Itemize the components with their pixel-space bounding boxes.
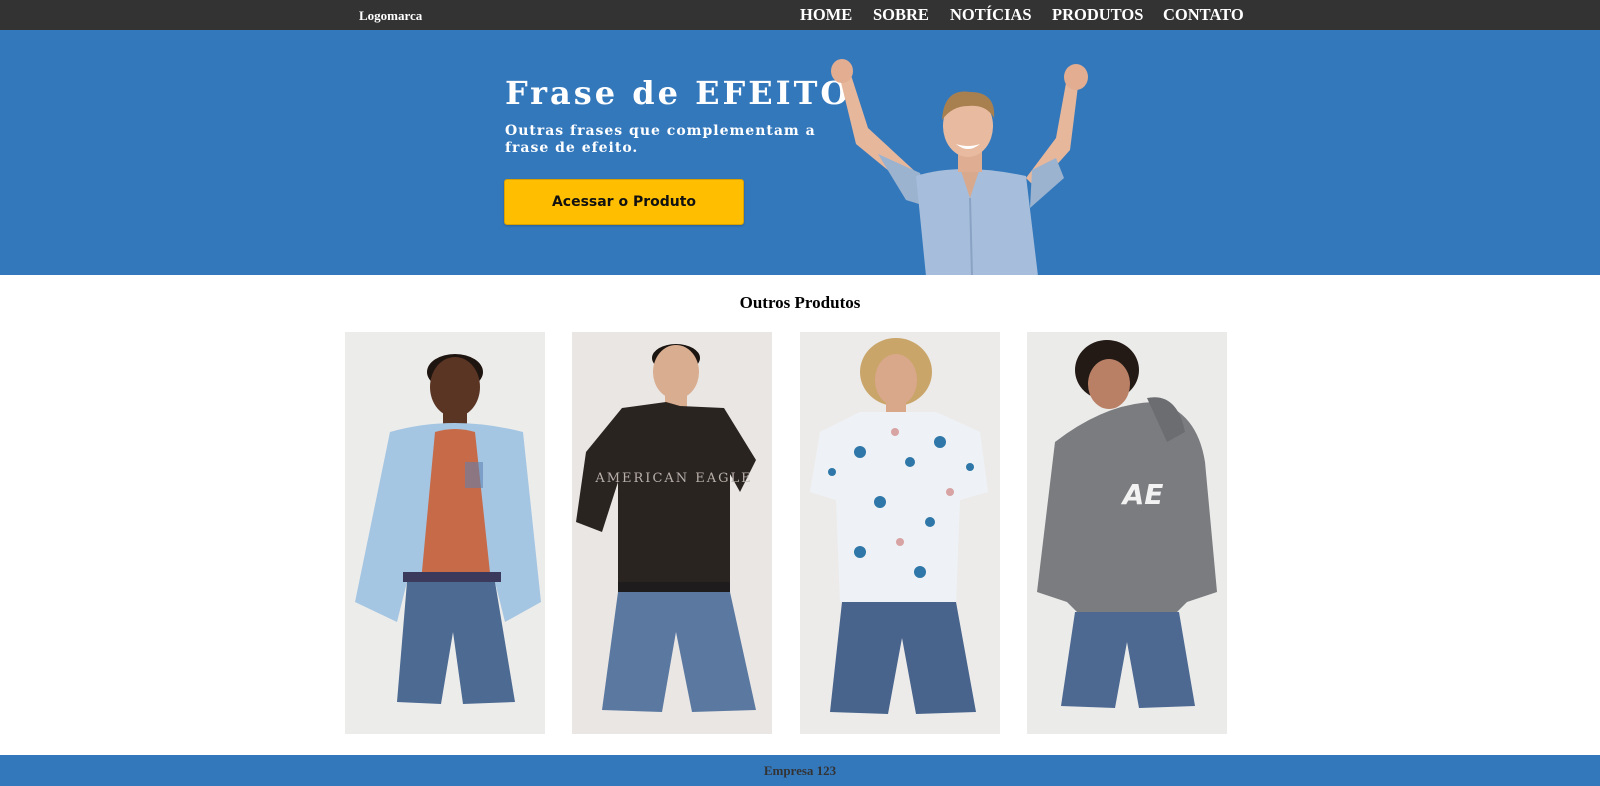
- product-image: AMERICAN EAGLE: [572, 332, 772, 734]
- product-card[interactable]: [800, 332, 1000, 734]
- footer: Empresa 123: [0, 755, 1600, 786]
- top-navbar: Logomarca HOME SOBRE NOTÍCIAS PRODUTOS C…: [0, 0, 1600, 30]
- nav-sobre[interactable]: SOBRE: [873, 5, 929, 25]
- products-grid: AMERICAN EAGLE AE: [0, 332, 1600, 735]
- nav-noticias[interactable]: NOTÍCIAS: [950, 5, 1032, 25]
- logo-link[interactable]: Logomarca: [359, 8, 422, 24]
- hero-person-image: [831, 59, 1088, 275]
- product-image: [345, 332, 545, 734]
- hoodie-print: AE: [1121, 478, 1164, 511]
- product-card[interactable]: AE: [1027, 332, 1227, 734]
- footer-text: Empresa 123: [763, 763, 837, 778]
- nav-home[interactable]: HOME: [800, 5, 852, 25]
- access-product-button[interactable]: Acessar o Produto: [504, 179, 744, 225]
- nav-produtos[interactable]: PRODUTOS: [1052, 5, 1143, 25]
- hero-banner: Frase de EFEITO Outras frases que comple…: [0, 30, 1600, 275]
- product-image: [800, 332, 1000, 734]
- products-section-title: Outros Produtos: [739, 293, 861, 312]
- tshirt-print-line-1: AMERICAN EAGLE: [594, 471, 752, 486]
- nav-contato[interactable]: CONTATO: [1163, 5, 1244, 25]
- product-card[interactable]: AMERICAN EAGLE: [572, 332, 772, 734]
- product-card[interactable]: [345, 332, 545, 734]
- hero-subtitle: Outras frases que complementam a frase d…: [505, 123, 816, 156]
- hero-title: Frase de EFEITO: [505, 74, 852, 112]
- product-image: AE: [1027, 332, 1227, 734]
